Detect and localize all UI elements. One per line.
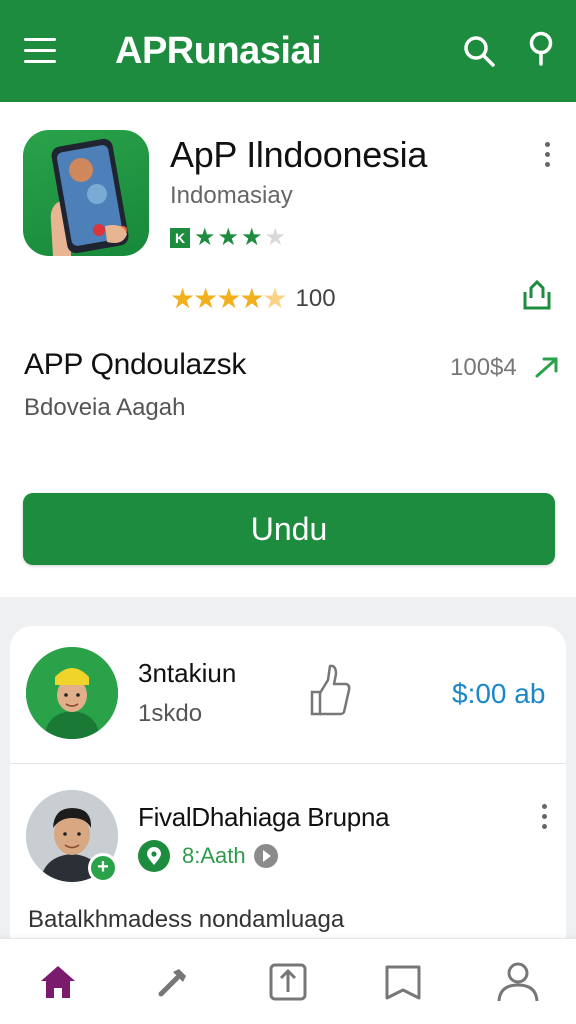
share-icon[interactable]	[520, 278, 554, 312]
star-icon: ★	[194, 224, 216, 251]
profile-icon[interactable]	[490, 954, 546, 1010]
top-app-bar: APRunasiai	[0, 0, 576, 102]
add-badge-icon[interactable]: +	[88, 853, 118, 883]
tools-icon[interactable]	[145, 954, 201, 1010]
trend-arrow-icon[interactable]	[534, 354, 560, 380]
install-button[interactable]: Undu	[23, 493, 555, 565]
price-tag: $:00 ab	[452, 678, 546, 709]
bookmark-icon[interactable]	[375, 954, 431, 1010]
home-icon[interactable]	[30, 954, 86, 1010]
reviewer-meta: 8:Aath	[182, 843, 246, 868]
app-subtitle-developer: Bdoveia Aagah	[24, 394, 186, 421]
play-icon[interactable]	[253, 844, 278, 868]
review-text: Batalkhmadess nondamluaga	[28, 906, 345, 933]
editor-choice-badge: K	[170, 228, 190, 248]
reviewer-name: FivalDhahiaga Brupna	[138, 802, 390, 832]
star-icon: ★	[241, 224, 263, 251]
app-developer[interactable]: Indomasiay	[170, 182, 293, 210]
more-options-icon[interactable]	[541, 142, 553, 170]
more-options-icon[interactable]	[538, 804, 550, 832]
app-name: ApP Ilndoonesia	[170, 134, 428, 175]
reviewer-name: 3ntakiun	[138, 658, 237, 688]
bottom-navigation	[0, 938, 576, 1024]
download-count: 100$4	[450, 354, 517, 381]
avatar[interactable]	[26, 647, 118, 739]
upload-icon[interactable]	[260, 954, 316, 1010]
reviewer-meta: 1skdo	[138, 700, 203, 727]
search-icon[interactable]	[462, 34, 496, 68]
phone-in-hand-illustration	[50, 138, 129, 256]
small-rating: K ★ ★ ★ ★	[170, 226, 286, 250]
app-detail-card: ApP Ilndoonesia Indomasiay K ★ ★ ★ ★ ★★★…	[0, 102, 576, 597]
rating-stars: ★★★★★	[170, 283, 288, 314]
list-item[interactable]: 3ntakiun 1skdo $:00 ab	[10, 626, 566, 764]
star-icon: ★	[217, 224, 240, 251]
thumbs-up-icon[interactable]	[306, 662, 352, 718]
app-bar-title: APRunasiai	[115, 30, 322, 72]
rating-count: 100	[295, 284, 336, 312]
app-icon[interactable]	[23, 130, 149, 256]
app-subtitle: APP Qndoulazsk	[24, 348, 247, 381]
location-pin-icon[interactable]	[526, 30, 556, 70]
location-icon	[138, 840, 170, 872]
star-empty-icon: ★	[264, 224, 287, 251]
menu-icon[interactable]	[24, 38, 58, 66]
rating-row: ★★★★★ 100	[170, 282, 336, 315]
reviewer-meta-row: 8:Aath	[138, 840, 278, 872]
person-avatar-illustration	[26, 647, 118, 739]
